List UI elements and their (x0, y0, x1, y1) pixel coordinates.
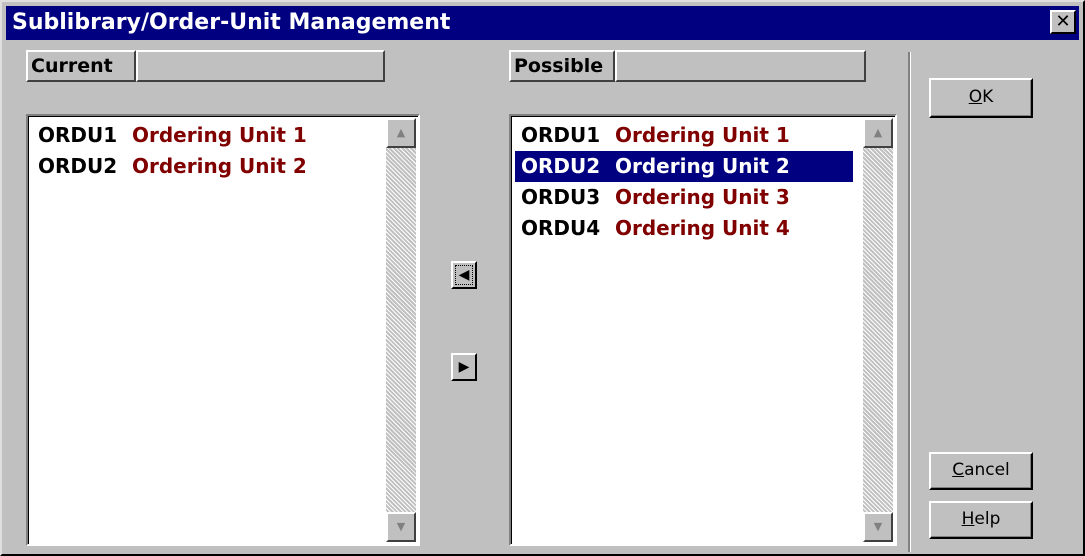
possible-list-items: ORDU1 Ordering Unit 1 ORDU2 Ordering Unit 2… (515, 120, 853, 244)
arrow-left-icon: ◀ (458, 267, 470, 283)
current-listbox[interactable]: ORDU1 Ordering Unit 1 ORDU2 Ordering Unit 2… (26, 114, 420, 546)
window-title: Sublibrary/Order-Unit Management (12, 10, 451, 35)
possible-column-header[interactable]: Possible (509, 50, 615, 82)
close-button[interactable]: ✕ (1050, 10, 1076, 34)
dialog-window: Sublibrary/Order-Unit Management ✕ Curre… (0, 0, 1085, 556)
item-name: Ordering Unit 2 (132, 154, 307, 178)
list-item[interactable]: ORDU1 Ordering Unit 1 (32, 120, 376, 151)
possible-listbox[interactable]: ORDU1 Ordering Unit 1 ORDU2 Ordering Unit 2… (509, 114, 897, 546)
scroll-up-icon[interactable]: ▲ (386, 118, 416, 148)
item-code: ORDU2 (521, 154, 601, 178)
help-button[interactable]: Help (929, 501, 1033, 539)
ok-button[interactable]: OK (929, 78, 1033, 118)
item-name: Ordering Unit 1 (615, 123, 790, 147)
list-item[interactable]: ORDU4 Ordering Unit 4 (515, 213, 853, 244)
current-list-items: ORDU1 Ordering Unit 1 ORDU2 Ordering Unit 2 (32, 120, 376, 182)
close-icon: ✕ (1055, 11, 1071, 32)
list-item[interactable]: ORDU2 Ordering Unit 2 (32, 151, 376, 182)
possible-scrollbar[interactable]: ▲ ▼ (863, 118, 893, 542)
scroll-down-icon[interactable]: ▼ (386, 512, 416, 542)
current-column-header[interactable]: Current (26, 50, 136, 82)
scroll-up-icon[interactable]: ▲ (863, 118, 893, 148)
add-to-current-button[interactable]: ◀ (451, 261, 477, 289)
current-scrollbar[interactable]: ▲ ▼ (386, 118, 416, 542)
possible-column-header-spacer[interactable] (615, 50, 866, 82)
item-code: ORDU2 (38, 154, 118, 178)
item-code: ORDU1 (38, 123, 118, 147)
current-column-header-spacer[interactable] (136, 50, 385, 82)
arrow-right-icon: ▶ (458, 359, 470, 375)
cancel-button[interactable]: Cancel (929, 452, 1033, 490)
item-name: Ordering Unit 1 (132, 123, 307, 147)
list-item[interactable]: ORDU3 Ordering Unit 3 (515, 182, 853, 213)
item-code: ORDU3 (521, 185, 601, 209)
list-item[interactable]: ORDU2 Ordering Unit 2 (515, 151, 853, 182)
item-code: ORDU1 (521, 123, 601, 147)
vertical-divider (908, 52, 911, 552)
list-item[interactable]: ORDU1 Ordering Unit 1 (515, 120, 853, 151)
scroll-down-icon[interactable]: ▼ (863, 512, 893, 542)
item-name: Ordering Unit 4 (615, 216, 790, 240)
item-name: Ordering Unit 2 (615, 154, 790, 178)
item-code: ORDU4 (521, 216, 601, 240)
remove-from-current-button[interactable]: ▶ (451, 353, 477, 381)
item-name: Ordering Unit 3 (615, 185, 790, 209)
title-bar[interactable]: Sublibrary/Order-Unit Management ✕ (6, 6, 1079, 40)
